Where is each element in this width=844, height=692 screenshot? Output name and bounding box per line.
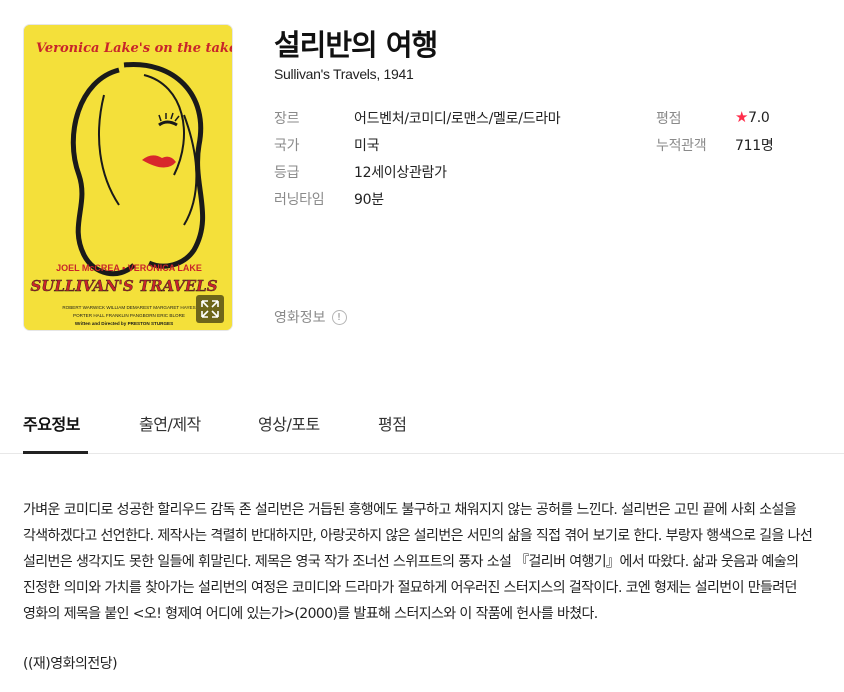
rating-row: 등급 bbox=[274, 162, 299, 182]
genre-value: 어드벤처/코미디/로맨스/멜로/드라마 bbox=[354, 111, 561, 127]
tab-reviews[interactable]: 평점 bbox=[378, 411, 407, 435]
genre-label: 장르 bbox=[274, 111, 300, 127]
synopsis-text: 가벼운 코미디로 성공한 할리우드 감독 존 설리번은 거듭된 흥행에도 불구하… bbox=[23, 502, 813, 622]
active-tab-indicator bbox=[23, 451, 88, 454]
audience-value: 711명 bbox=[735, 138, 774, 154]
score-value-row: ★7.0 bbox=[735, 108, 770, 126]
tab-bar: 주요정보 출연/제작 영상/포토 평점 bbox=[0, 408, 844, 454]
genre-value-row: 어드벤처/코미디/로맨스/멜로/드라마 bbox=[354, 108, 561, 128]
genre-row: 장르 bbox=[274, 108, 299, 128]
poster-tagline: Veronica Lake's on the take bbox=[36, 41, 233, 56]
audience-label: 누적관객 bbox=[656, 138, 707, 154]
tab-video-photo[interactable]: 영상/포토 bbox=[258, 411, 320, 435]
poster-cast-line-1: ROBERT WARWICK WILLIAM DEMAREST MARGARET… bbox=[62, 305, 195, 310]
movie-title: 설리반의 여행 bbox=[274, 28, 438, 62]
tab-main-info[interactable]: 주요정보 bbox=[23, 411, 80, 435]
rating-label: 등급 bbox=[274, 165, 300, 181]
original-title-year: Sullivan's Travels, 1941 bbox=[274, 66, 414, 82]
tab-cast-crew[interactable]: 출연/제작 bbox=[139, 411, 201, 435]
movie-poster[interactable]: Veronica Lake's on the take JOEL McCREA … bbox=[23, 24, 233, 331]
movie-info-link[interactable]: 영화정보 ! bbox=[274, 307, 347, 327]
expand-poster-button[interactable] bbox=[196, 295, 224, 323]
expand-icon bbox=[201, 300, 219, 318]
score-value: 7.0 bbox=[748, 110, 770, 126]
info-icon: ! bbox=[331, 309, 347, 325]
star-icon: ★ bbox=[735, 108, 749, 126]
audience-row: 누적관객 bbox=[656, 135, 707, 155]
country-value-row: 미국 bbox=[354, 135, 379, 155]
rating-value: 12세이상관람가 bbox=[354, 165, 447, 181]
rating-value-row: 12세이상관람가 bbox=[354, 162, 447, 182]
poster-title: SULLIVAN'S TRAVELS bbox=[30, 277, 217, 295]
poster-cast-line-2: PORTER HALL FRANKLIN PANGBORN ERIC BLORE bbox=[73, 313, 185, 318]
movie-info-label: 영화정보 bbox=[274, 310, 326, 326]
runtime-value: 90분 bbox=[354, 192, 384, 208]
runtime-value-row: 90분 bbox=[354, 189, 384, 209]
runtime-row: 러닝타임 bbox=[274, 189, 325, 209]
country-row: 국가 bbox=[274, 135, 299, 155]
country-label: 국가 bbox=[274, 138, 300, 154]
audience-value-row: 711명 bbox=[735, 135, 774, 155]
country-value: 미국 bbox=[354, 138, 380, 154]
runtime-label: 러닝타임 bbox=[274, 192, 325, 208]
score-label: 평점 bbox=[656, 111, 682, 127]
synopsis-credit: ((재)영화의전당) bbox=[23, 656, 118, 672]
poster-director: Written and Directed by PRESTON STURGES bbox=[75, 321, 173, 326]
poster-billing: JOEL McCREA • VERONICA LAKE bbox=[56, 263, 202, 273]
score-row: 평점 bbox=[656, 108, 681, 128]
poster-image: Veronica Lake's on the take JOEL McCREA … bbox=[24, 25, 233, 330]
